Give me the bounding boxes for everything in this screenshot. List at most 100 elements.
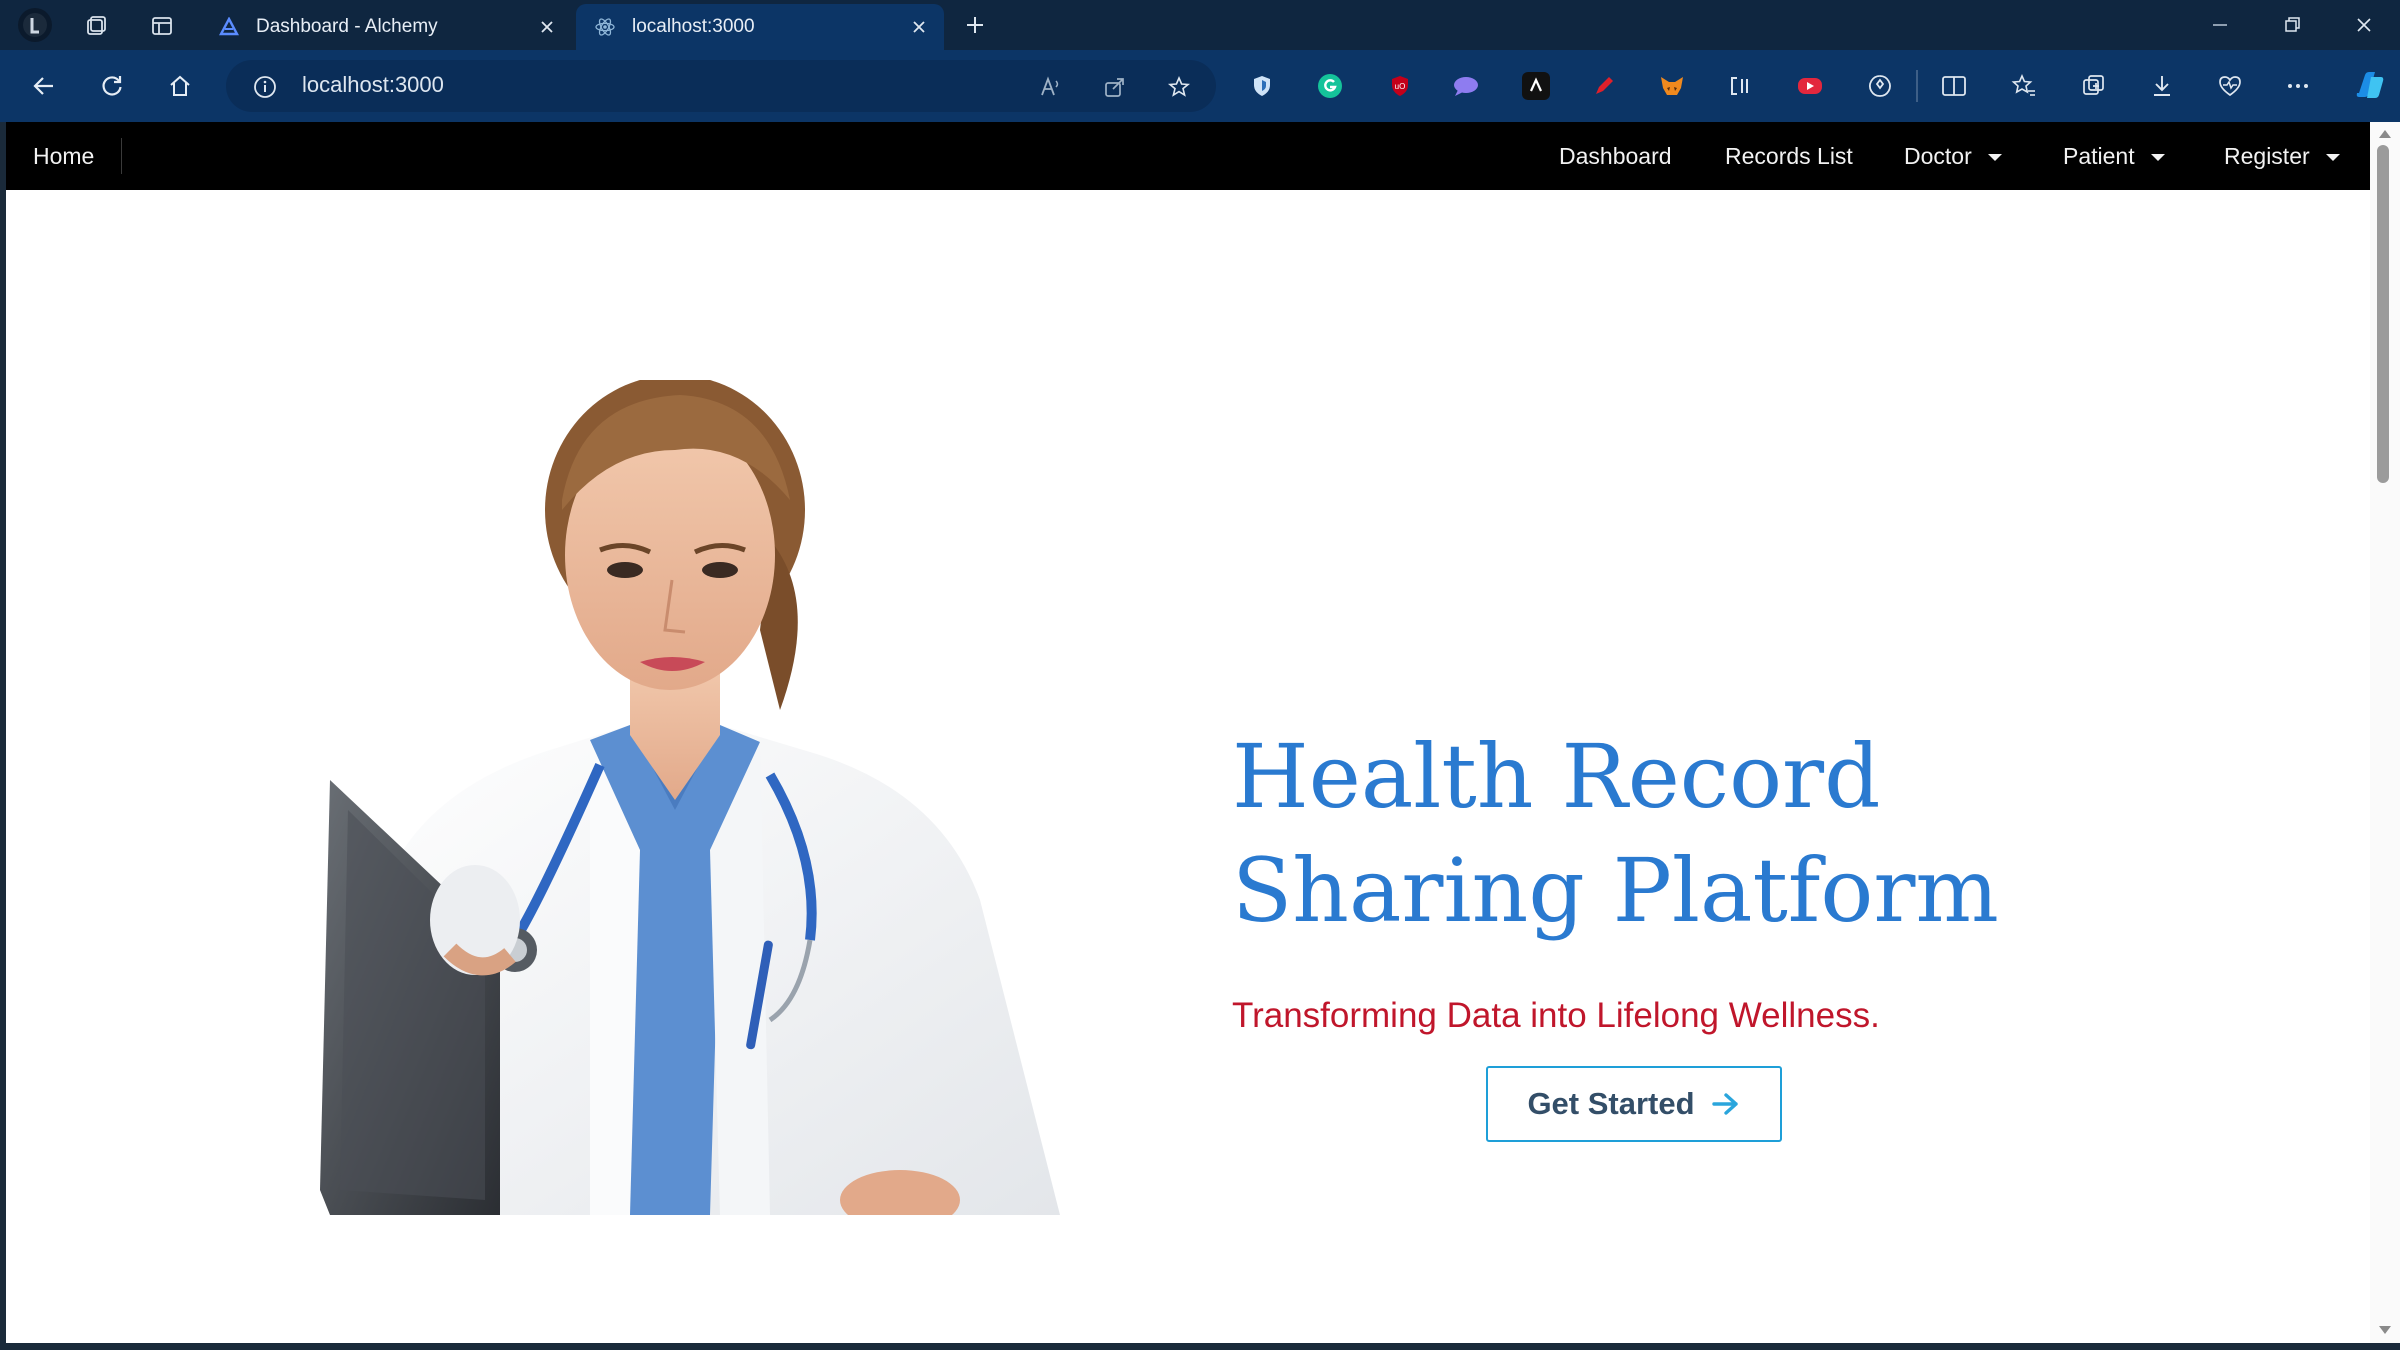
site-navbar (6, 122, 2370, 190)
shield-extension-button[interactable] (1248, 72, 1276, 100)
read-aloud-button[interactable] (1036, 72, 1066, 102)
scroll-up-button[interactable] (2374, 126, 2396, 142)
split-screen-icon (1942, 76, 1966, 96)
nav-register-label: Register (2224, 142, 2310, 169)
nav-patient-label: Patient (2063, 142, 2135, 169)
scroll-down-button[interactable] (2374, 1322, 2396, 1338)
hero-title-line-1: Health Record (1232, 725, 1881, 828)
cursor-extension-button[interactable] (1522, 72, 1550, 100)
workspaces-button[interactable] (80, 10, 112, 42)
shield-icon (1254, 76, 1270, 96)
close-icon (2357, 18, 2371, 32)
scroll-down-arrow-icon (2379, 1326, 2391, 1334)
hero-title: Health Record Sharing Platform (1232, 720, 2032, 948)
restore-button[interactable] (2272, 8, 2312, 42)
grammarly-icon (1318, 74, 1342, 98)
close-icon (541, 21, 553, 33)
minimize-icon (2213, 24, 2227, 26)
scroll-up-arrow-icon (2379, 130, 2391, 138)
svg-text:uO: uO (1395, 82, 1406, 91)
tab-title: localhost:3000 (632, 16, 755, 37)
nav-patient-dropdown[interactable]: Patient (2063, 122, 2165, 190)
caret-down-icon (2325, 153, 2340, 161)
pen-icon (1596, 77, 1613, 94)
collections-icon (2083, 75, 2104, 95)
scrollbar-thumb[interactable] (2377, 145, 2389, 483)
caret-down-icon (1987, 153, 2002, 161)
hero-title-line-2: Sharing Platform (1232, 839, 1999, 942)
star-icon (1167, 75, 1191, 97)
grammarly-extension-button[interactable] (1316, 72, 1344, 100)
window-frame-bottom (0, 1343, 2400, 1350)
share-button[interactable] (1100, 72, 1130, 102)
window-frame-left (0, 122, 6, 1350)
new-tab-button[interactable] (958, 8, 992, 42)
read-aloud-icon (1041, 76, 1059, 96)
code-icon (1731, 77, 1748, 95)
downloads-button[interactable] (2148, 72, 2176, 100)
favorites-button[interactable] (2010, 72, 2038, 100)
nav-doctor-dropdown[interactable]: Doctor (1904, 122, 2002, 190)
ublock-extension-button[interactable]: uO (1386, 72, 1414, 100)
arrow-right-icon (1711, 1091, 1741, 1117)
caret-down-icon (2150, 153, 2165, 161)
chat-icon (1454, 77, 1478, 96)
reload-button[interactable] (92, 68, 132, 104)
puzzle-icon (1869, 75, 1891, 97)
tab-actions-button[interactable] (146, 10, 178, 42)
chat-extension-button[interactable] (1452, 72, 1480, 100)
home-button[interactable] (160, 68, 200, 104)
profile-icon (23, 13, 47, 37)
plus-icon (967, 17, 983, 33)
address-url[interactable]: localhost:3000 (302, 72, 444, 98)
video-icon (1798, 78, 1822, 94)
tab-title: Dashboard - Alchemy (256, 16, 438, 37)
get-started-label: Get Started (1527, 1086, 1695, 1121)
alchemy-logo-icon (218, 16, 240, 38)
get-started-button[interactable]: Get Started (1486, 1066, 1782, 1142)
nav-doctor-label: Doctor (1904, 142, 1972, 169)
browser-essentials-button[interactable] (2216, 72, 2244, 100)
metamask-icon (1661, 77, 1683, 95)
tab-dashboard-alchemy[interactable]: Dashboard - Alchemy (200, 4, 572, 50)
cursor-icon (1529, 77, 1543, 92)
nav-records-list-link[interactable]: Records List (1725, 122, 1853, 190)
nav-dashboard-link[interactable]: Dashboard (1559, 122, 1672, 190)
split-screen-button[interactable] (1940, 72, 1968, 100)
video-extension-button[interactable] (1796, 72, 1824, 100)
site-info-button[interactable] (250, 72, 280, 102)
pen-extension-button[interactable] (1590, 72, 1618, 100)
more-menu-button[interactable] (2284, 72, 2312, 100)
more-dots-icon (2288, 84, 2308, 88)
workspaces-icon (87, 16, 106, 35)
extensions-button[interactable] (1866, 72, 1894, 100)
react-logo-icon (594, 16, 616, 38)
restore-icon (2285, 17, 2300, 32)
nav-register-dropdown[interactable]: Register (2224, 122, 2340, 190)
nav-divider (121, 138, 122, 174)
ublock-icon: uO (1392, 76, 1408, 96)
close-tab-button[interactable] (904, 12, 934, 42)
tab-localhost[interactable]: localhost:3000 (576, 4, 944, 50)
window-close-button[interactable] (2344, 8, 2384, 42)
metamask-extension-button[interactable] (1658, 72, 1686, 100)
share-icon (1105, 78, 1124, 97)
favorite-button[interactable] (1164, 72, 1194, 102)
favorites-star-icon (2011, 73, 2035, 96)
back-button[interactable] (24, 68, 64, 104)
collections-button[interactable] (2080, 72, 2108, 100)
tab-actions-icon (152, 17, 172, 35)
close-tab-button[interactable] (532, 12, 562, 42)
profile-avatar[interactable] (18, 8, 52, 42)
copilot-icon (2356, 72, 2384, 98)
home-icon (170, 75, 190, 96)
code-extension-button[interactable] (1726, 72, 1754, 100)
nav-home-link[interactable]: Home (33, 122, 94, 190)
copilot-button[interactable] (2352, 68, 2388, 102)
info-icon (254, 76, 276, 98)
reload-icon (102, 76, 122, 96)
back-arrow-icon (33, 77, 53, 95)
heart-pulse-icon (2219, 76, 2241, 97)
minimize-button[interactable] (2200, 8, 2240, 42)
download-icon (2154, 76, 2170, 96)
